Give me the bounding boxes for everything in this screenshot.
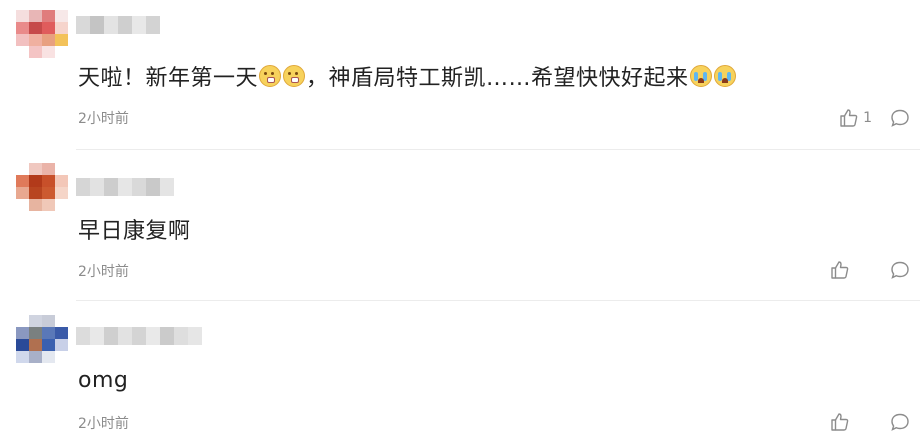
comment-bubble-icon [891, 261, 909, 279]
comment-actions: 1 [839, 107, 910, 129]
like-button[interactable] [830, 260, 862, 280]
reply-button[interactable] [890, 412, 910, 432]
comment-bubble-icon [891, 413, 909, 431]
comment-time: 2小时前 [78, 264, 129, 280]
like-button[interactable]: 1 [839, 108, 872, 128]
surprised-face-emoji-icon [283, 65, 306, 87]
thumbs-up-icon [840, 109, 858, 127]
comment-actions [830, 259, 910, 281]
surprised-face-emoji-icon [259, 65, 282, 87]
crying-face-emoji-icon [713, 65, 736, 87]
comment-list: 天啦！新年第一天 ，神盾局特工斯凯……希望快快好起来 2小时前 1 早日康复啊 … [0, 0, 920, 448]
comment-text-part: ，神盾局特工斯凯……希望快快好起来 [306, 66, 689, 91]
username-redacted[interactable] [76, 178, 174, 196]
comment-item: 早日康复啊 2小时前 [0, 151, 920, 302]
avatar[interactable] [16, 315, 68, 375]
comment-text: 天啦！新年第一天 ，神盾局特工斯凯……希望快快好起来 [78, 60, 737, 92]
avatar[interactable] [16, 10, 68, 70]
thumbs-up-icon [831, 261, 849, 279]
comment-bubble-icon [891, 109, 909, 127]
comment-time: 2小时前 [78, 111, 129, 127]
comment-time: 2小时前 [78, 416, 129, 432]
thumbs-up-icon [831, 413, 849, 431]
comment-item: 天啦！新年第一天 ，神盾局特工斯凯……希望快快好起来 2小时前 1 [0, 0, 920, 151]
comment-item: omg 2小时前 [0, 303, 920, 448]
crying-face-emoji-icon [689, 65, 712, 87]
username-redacted[interactable] [76, 327, 202, 345]
comment-text: omg [78, 368, 129, 393]
like-count: 1 [863, 110, 872, 126]
comment-text: 早日康复啊 [78, 219, 191, 244]
comment-actions [830, 411, 910, 433]
like-button[interactable] [830, 412, 862, 432]
comment-divider [76, 300, 920, 301]
reply-button[interactable] [890, 108, 910, 128]
comment-divider [76, 149, 920, 150]
avatar[interactable] [16, 163, 68, 223]
username-redacted[interactable] [76, 16, 160, 34]
comment-text-part: 天啦！新年第一天 [78, 66, 259, 91]
reply-button[interactable] [890, 260, 910, 280]
